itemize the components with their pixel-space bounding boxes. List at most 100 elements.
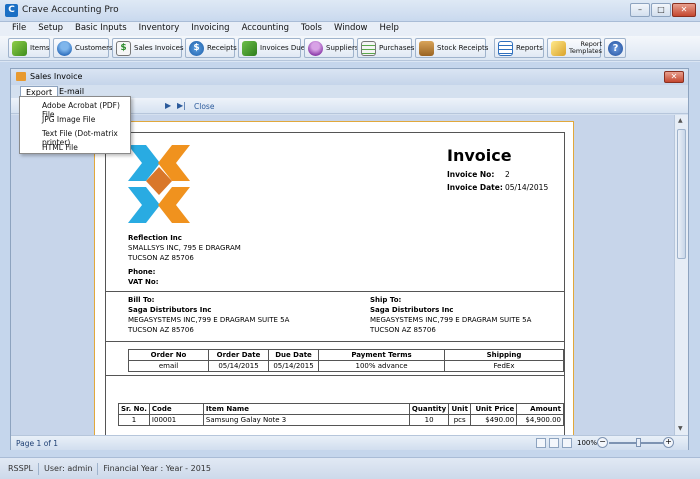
invoice-page: Invoice Invoice No: 2 Invoice Date: 05/1… (94, 121, 574, 435)
child-title: Sales Invoice (30, 72, 83, 81)
seller-name: Reflection Inc (128, 234, 182, 242)
bill-to-address-2: TUCSON AZ 85706 (128, 326, 194, 334)
item-cell: $490.00 (470, 414, 518, 426)
report-viewer: Invoice Invoice No: 2 Invoice Date: 05/1… (11, 115, 674, 435)
bill-to-block: Bill To: Saga Distributors Inc MEGASYSTE… (128, 295, 289, 335)
items-label: Items (30, 44, 50, 52)
purchase-list-icon (361, 40, 376, 56)
sales-invoices-label: Sales Invoices (134, 44, 184, 52)
app-title: Crave Accounting Pro (22, 5, 119, 15)
menu-invoicing[interactable]: Invoicing (185, 22, 235, 36)
menu-window[interactable]: Window (328, 22, 374, 36)
item-cell: 1 (118, 414, 150, 426)
item-cell: pcs (448, 414, 472, 426)
app-status-bar: RSSPL User: admin Financial Year : Year … (0, 457, 700, 479)
two-page-view-icon[interactable] (549, 438, 559, 448)
divider (106, 341, 564, 342)
items-button[interactable]: Items (8, 38, 50, 58)
multi-page-view-icon[interactable] (562, 438, 572, 448)
order-header: Order No (128, 349, 209, 361)
close-report-button[interactable]: Close (194, 102, 214, 111)
export-jpg-item[interactable]: JPG Image File (42, 115, 95, 124)
order-header-row: Order No Order Date Due Date Payment Ter… (128, 349, 564, 361)
viewer-status-bar: Page 1 of 1 100% − + (11, 435, 688, 450)
page-indicator: Page 1 of 1 (16, 439, 59, 448)
close-button[interactable]: ✕ (672, 3, 696, 17)
menu-setup[interactable]: Setup (32, 22, 69, 36)
zoom-in-icon[interactable]: + (663, 437, 674, 448)
scroll-up-icon[interactable]: ▲ (678, 117, 683, 124)
child-close-button[interactable]: ✕ (664, 71, 684, 83)
company-logo (128, 145, 190, 223)
divider (106, 375, 564, 376)
item-header: Quantity (408, 403, 450, 415)
financial-year: Financial Year : Year - 2015 (103, 464, 211, 473)
main-toolbar: Items Customers $ Sales Invoices $ Recei… (0, 36, 700, 61)
menu-accounting[interactable]: Accounting (236, 22, 295, 36)
export-html-item[interactable]: HTML File (42, 143, 78, 152)
sales-invoices-button[interactable]: $ Sales Invoices (112, 38, 184, 58)
minimize-button[interactable]: – (630, 3, 650, 17)
scroll-down-icon[interactable]: ▼ (678, 425, 683, 432)
suppliers-button[interactable]: Suppliers (304, 38, 359, 58)
company-code: RSSPL (8, 464, 33, 473)
item-cell: $4,900.00 (516, 414, 564, 426)
zoom-slider-handle[interactable] (636, 438, 641, 447)
dollar-coin-icon: $ (189, 40, 204, 56)
seller-vat: VAT No: (128, 278, 159, 286)
customers-label: Customers (75, 44, 113, 52)
menu-basic-inputs[interactable]: Basic Inputs (69, 22, 133, 36)
app-icon: C (5, 4, 18, 17)
vertical-scrollbar[interactable]: ▲ ▼ (674, 115, 688, 435)
maximize-button[interactable]: □ (651, 3, 671, 17)
invoices-due-label: Invoices Due (260, 44, 306, 52)
item-cell: 10 (408, 414, 450, 426)
help-button[interactable]: ? (604, 38, 626, 58)
zoom-level: 100% (577, 439, 598, 447)
single-page-view-icon[interactable] (536, 438, 546, 448)
money-icon (242, 40, 257, 56)
purchases-button[interactable]: Purchases (357, 38, 415, 58)
item-header: Item Name (202, 403, 410, 415)
order-table: Order No Order Date Due Date Payment Ter… (128, 349, 564, 372)
stock-receipts-button[interactable]: Stock Receipts (415, 38, 488, 58)
window-controls: – □ ✕ (630, 3, 696, 17)
order-cell: 05/14/2015 (268, 360, 319, 372)
ship-to-address-1: MEGASYSTEMS INC,799 E DRAGRAM SUITE 5A (370, 316, 532, 324)
table-row: email 05/14/2015 05/14/2015 100% advance… (128, 360, 564, 372)
reports-button[interactable]: Reports (494, 38, 544, 58)
menu-file[interactable]: File (6, 22, 32, 36)
item-cell: I00001 (148, 414, 204, 426)
child-title-bar: Sales Invoice ✕ (11, 69, 688, 85)
report-templates-button[interactable]: Report Templates (547, 38, 602, 58)
invoices-due-button[interactable]: Invoices Due (238, 38, 305, 58)
receipts-button[interactable]: $ Receipts (185, 38, 237, 58)
bill-to-label: Bill To: (128, 296, 155, 304)
next-page-icon[interactable]: ▶ (165, 101, 171, 110)
divider (106, 291, 564, 292)
purchases-label: Purchases (379, 44, 415, 52)
order-cell: email (128, 360, 209, 372)
sales-invoice-icon (16, 72, 26, 81)
invoice-heading: Invoice (447, 146, 512, 165)
menu-tools[interactable]: Tools (295, 22, 328, 36)
customers-button[interactable]: Customers (53, 38, 113, 58)
item-header: Unit (448, 403, 472, 415)
help-icon: ? (608, 40, 623, 56)
suppliers-label: Suppliers (326, 44, 359, 52)
box-icon (419, 40, 434, 56)
order-header: Order Date (208, 349, 269, 361)
order-cell: 05/14/2015 (208, 360, 269, 372)
table-row: 1 I00001 Samsung Galay Note 3 10 pcs $49… (118, 414, 564, 426)
menu-inventory[interactable]: Inventory (133, 22, 186, 36)
scroll-thumb[interactable] (677, 129, 686, 259)
invoice-date-label: Invoice Date: (447, 183, 503, 192)
receipts-label: Receipts (207, 44, 237, 52)
status-separator (97, 462, 99, 475)
item-header: Unit Price (470, 403, 518, 415)
current-user: User: admin (44, 464, 93, 473)
menu-help[interactable]: Help (374, 22, 405, 36)
last-page-icon[interactable]: ▶| (177, 101, 186, 110)
zoom-out-icon[interactable]: − (597, 437, 608, 448)
reports-label: Reports (516, 44, 543, 52)
